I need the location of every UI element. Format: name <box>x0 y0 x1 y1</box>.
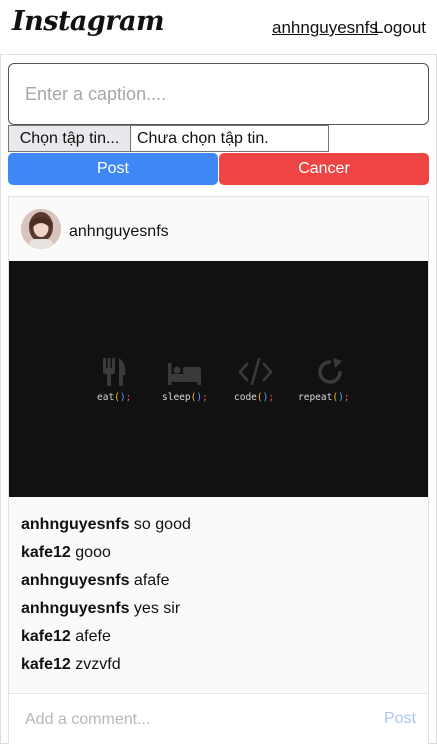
bed-icon <box>168 363 201 385</box>
comment-text: gooo <box>75 544 111 561</box>
comment-item: anhnguyesnfs yes sir <box>21 599 416 627</box>
profile-link[interactable]: anhnguyesnfs <box>272 18 378 38</box>
top-header: Instagram anhnguyesnfs Logout <box>0 0 437 55</box>
post-button[interactable]: Post <box>8 153 218 185</box>
comment-user[interactable]: kafe12 <box>21 656 71 673</box>
comment-item: kafe12 zvzvfd <box>21 655 416 683</box>
comment-form: Post <box>9 693 428 744</box>
comment-user[interactable]: anhnguyesnfs <box>21 600 129 617</box>
comment-item: anhnguyesnfs afafe <box>21 571 416 599</box>
comment-item: kafe12 afefe <box>21 627 416 655</box>
choose-file-button[interactable]: Chọn tập tin... <box>9 126 131 151</box>
comment-user[interactable]: anhnguyesnfs <box>21 516 129 533</box>
comment-text: so good <box>133 516 191 533</box>
comment-item: kafe12 gooo <box>21 543 416 571</box>
svg-text:eat();: eat(); <box>97 392 131 403</box>
post-image: eat(); sleep(); code(); repeat(); <box>9 261 428 497</box>
comment-text: yes sir <box>133 600 181 617</box>
comment-text: zvzvfd <box>75 656 121 673</box>
file-chooser[interactable]: Chọn tập tin... Chưa chọn tập tin. <box>8 125 329 152</box>
comment-text: afefe <box>75 628 111 645</box>
comment-item: anhnguyesnfs so good <box>21 515 416 543</box>
svg-text:code();: code(); <box>234 392 274 403</box>
svg-text:repeat();: repeat(); <box>298 392 350 403</box>
comment-user[interactable]: kafe12 <box>21 544 71 561</box>
instagram-logo[interactable]: Instagram <box>12 6 165 37</box>
fork-knife-icon <box>103 358 126 386</box>
comment-post-button[interactable]: Post <box>384 710 416 728</box>
cancel-button[interactable]: Cancer <box>219 153 429 185</box>
post-author[interactable]: anhnguyesnfs <box>69 223 169 241</box>
svg-text:sleep();: sleep(); <box>162 392 208 403</box>
comment-user[interactable]: kafe12 <box>21 628 71 645</box>
comment-input[interactable] <box>13 704 373 736</box>
post-card: anhnguyesnfs eat(); sleep(); code(); rep… <box>8 196 429 744</box>
caption-input[interactable] <box>8 63 429 125</box>
comment-list: anhnguyesnfs so good kafe12 gooo anhnguy… <box>21 515 416 683</box>
comment-text: afafe <box>133 572 170 589</box>
file-status-text: Chưa chọn tập tin. <box>137 130 269 147</box>
refresh-icon <box>318 358 342 384</box>
code-brackets-icon <box>238 357 273 386</box>
comment-user[interactable]: anhnguyesnfs <box>21 572 129 589</box>
logout-link[interactable]: Logout <box>374 18 426 38</box>
avatar[interactable] <box>21 209 61 249</box>
